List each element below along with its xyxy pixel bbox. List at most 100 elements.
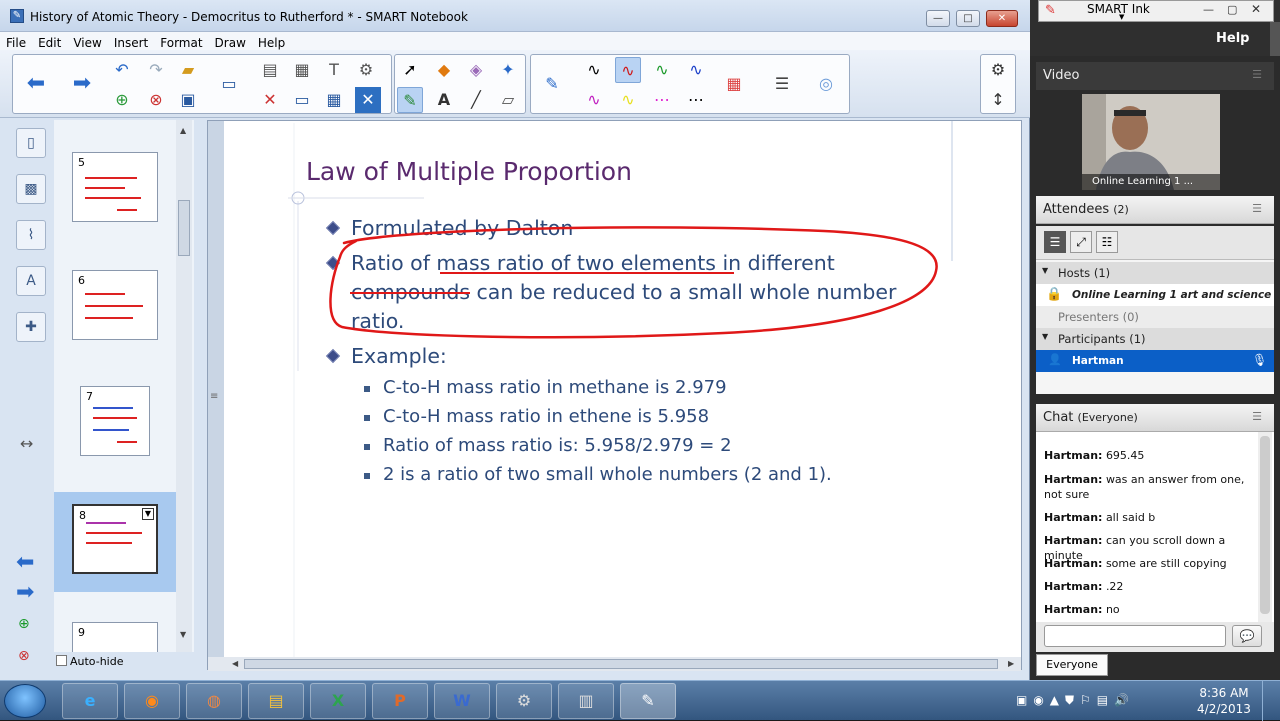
screen-capture-icon[interactable]: ▦ (289, 57, 315, 83)
auto-hide-toggle[interactable]: Auto-hide (56, 655, 124, 668)
select-arrow-icon[interactable]: ➚ (397, 57, 423, 83)
shapes-icon[interactable]: ◆ (431, 57, 457, 83)
pen-style-black-dash-icon[interactable]: ⋯ (683, 87, 709, 113)
system-clock[interactable]: 8:36 AM 4/2/2013 (1196, 685, 1252, 717)
close-x-icon[interactable]: ✕ (355, 87, 381, 113)
smart-ink-pen-icon[interactable]: ✎ (1045, 3, 1056, 18)
start-button[interactable] (4, 684, 46, 718)
pen-style-green-icon[interactable]: ∿ (649, 57, 675, 83)
minimize-button[interactable]: — (926, 10, 950, 27)
microphone-icon[interactable]: 🎙 (1252, 353, 1267, 367)
page-thumbnail-5[interactable]: 5 (72, 152, 158, 222)
page-thumbnail-7[interactable]: 7 (80, 386, 150, 456)
display-screen-icon[interactable]: ▭ (216, 71, 242, 97)
host-row[interactable]: 🔒 Online Learning 1 art and science (1036, 284, 1274, 306)
page-sorter-icon[interactable]: ▯ (16, 128, 46, 158)
pens-icon[interactable]: ✎ (397, 87, 423, 113)
pen-style-black-icon[interactable]: ∿ (581, 57, 607, 83)
pen-style-yellow-icon[interactable]: ∿ (615, 87, 641, 113)
eraser-shape-icon[interactable]: ◈ (463, 57, 489, 83)
participant-row-hartman[interactable]: 👤 Hartman 🎙 (1036, 350, 1274, 372)
resize-arrows-icon[interactable]: ↔ (20, 434, 33, 453)
notebook-canvas[interactable]: ≡ Law of Multiple Proportion Formulated … (207, 120, 1022, 671)
open-folder-icon[interactable]: ▰ (175, 57, 201, 83)
eraser-icon[interactable]: ▱ (495, 87, 521, 113)
paste-icon[interactable]: ▤ (257, 57, 283, 83)
canvas-horizontal-scrollbar[interactable]: ◀ ▶ (208, 657, 1021, 671)
text-box-icon[interactable]: T (321, 57, 347, 83)
pen-style-red-icon[interactable]: ∿ (615, 57, 641, 83)
chat-input[interactable] (1044, 625, 1226, 647)
close-button[interactable]: ✕ (986, 10, 1018, 27)
excel-icon[interactable]: X (310, 683, 366, 719)
sidebar-delete-page-icon[interactable]: ⊗ (18, 648, 30, 664)
smart-ink-toolbar[interactable]: ✎ SMART Ink ▼ — ▢ ✕ (1038, 0, 1274, 22)
document-camera-app-icon[interactable]: ⚙ (496, 683, 552, 719)
smart-notebook-taskbar-icon[interactable]: ✎ (620, 683, 676, 719)
properties-icon[interactable]: A (16, 266, 46, 296)
presenters-group-header[interactable]: Presenters (0) (1036, 306, 1274, 328)
word-icon[interactable]: W (434, 683, 490, 719)
text-tool-icon[interactable]: A (431, 87, 457, 113)
move-toolbar-icon[interactable]: ↕ (985, 87, 1011, 113)
participants-group-header[interactable]: ▼ Participants (1) (1036, 328, 1274, 350)
powerpoint-icon[interactable]: P (372, 683, 428, 719)
pen-style-blue-icon[interactable]: ∿ (683, 57, 709, 83)
slide-page[interactable]: Law of Multiple Proportion Formulated by… (224, 121, 1021, 657)
sorter-scrollbar[interactable]: ▲ ▼ (176, 120, 192, 652)
chat-tab-everyone[interactable]: Everyone (1036, 654, 1108, 676)
line-style-icon[interactable]: ☰ (769, 71, 795, 97)
list-view-icon[interactable]: ☰ (1044, 231, 1066, 253)
pen-style-magenta-icon[interactable]: ∿ (581, 87, 607, 113)
pen-style-pink-dash-icon[interactable]: ⋯ (649, 87, 675, 113)
help-link[interactable]: Help (1216, 31, 1249, 46)
file-explorer-icon[interactable]: ▤ (248, 683, 304, 719)
page-thumbnail-8[interactable]: 8 ▼ (72, 504, 158, 574)
attendees-menu-icon[interactable]: ☰ (1252, 202, 1262, 215)
smart-ink-minimize-icon[interactable]: — (1203, 3, 1214, 16)
chrome-icon[interactable]: ◍ (186, 683, 242, 719)
fill-icon[interactable]: ✦ (495, 57, 521, 83)
send-chat-icon[interactable]: 💬 (1232, 625, 1262, 647)
previous-page-icon[interactable]: ⬅ (23, 71, 49, 97)
printer-app-icon[interactable]: ▥ (558, 683, 614, 719)
show-desktop-button[interactable] (1262, 681, 1280, 721)
settings-gear-icon[interactable]: ⚙ (985, 57, 1011, 83)
undo-icon[interactable]: ↶ (109, 57, 135, 83)
color-palette-icon[interactable]: ▦ (721, 71, 747, 97)
addons-icon[interactable]: ✚ (16, 312, 46, 342)
screen-shade-icon[interactable]: ▭ (289, 87, 315, 113)
chat-scrollbar[interactable] (1258, 432, 1272, 622)
sidebar-add-page-icon[interactable]: ⊕ (18, 616, 30, 632)
system-tray-icons[interactable]: ▣◉▲⛊⚐▤🔊 (1016, 693, 1135, 708)
hosts-group-header[interactable]: ▼ Hosts (1) (1036, 262, 1274, 284)
attendee-options-icon[interactable]: ☷ (1096, 231, 1118, 253)
page-thumbnail-6[interactable]: 6 (72, 270, 158, 340)
smart-ink-close-icon[interactable]: ✕ (1251, 2, 1261, 16)
page-thumbnail-9[interactable]: 9 (72, 622, 158, 652)
save-icon[interactable]: ▣ (175, 87, 201, 113)
internet-explorer-icon[interactable]: e (62, 683, 118, 719)
gallery-icon[interactable]: ▩ (16, 174, 46, 204)
smart-ink-restore-icon[interactable]: ▢ (1227, 3, 1237, 16)
smart-ink-dropdown-icon[interactable]: ▼ (1119, 13, 1124, 21)
sidebar-forward-icon[interactable]: ➡ (16, 580, 34, 605)
delete-page-icon[interactable]: ⊗ (143, 87, 169, 113)
auto-hide-checkbox[interactable] (56, 655, 67, 666)
page-menu-dropdown-icon[interactable]: ▼ (142, 508, 154, 520)
maximize-button[interactable]: □ (956, 10, 980, 27)
firefox-icon[interactable]: ◉ (124, 683, 180, 719)
redo-icon[interactable]: ↷ (143, 57, 169, 83)
canvas-resize-handle-icon[interactable]: ≡ (210, 391, 218, 402)
line-icon[interactable]: ╱ (463, 87, 489, 113)
chat-menu-icon[interactable]: ☰ (1252, 410, 1262, 423)
attachments-icon[interactable]: ⌇ (16, 220, 46, 250)
add-page-icon[interactable]: ⊕ (109, 87, 135, 113)
next-page-icon[interactable]: ➡ (69, 71, 95, 97)
expand-view-icon[interactable]: ⤢ (1070, 231, 1092, 253)
document-camera-icon[interactable]: ⚙ (353, 57, 379, 83)
pen-icon[interactable]: ✎ (539, 71, 565, 97)
transparency-icon[interactable]: ◎ (813, 71, 839, 97)
delete-icon[interactable]: ✕ (257, 87, 283, 113)
video-menu-icon[interactable]: ☰ (1252, 68, 1262, 81)
